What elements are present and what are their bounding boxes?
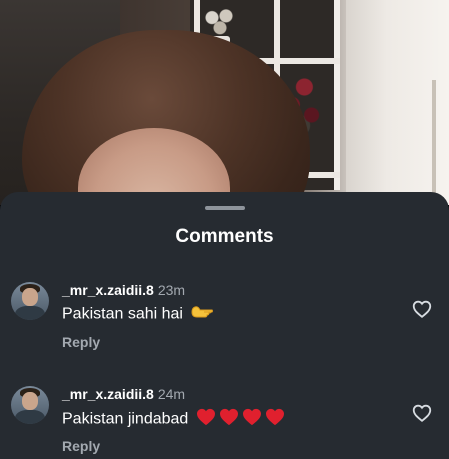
comment-text-line: Pakistan jindabad: [62, 408, 285, 431]
red-heart-icon: [265, 408, 285, 431]
sheet-drag-handle[interactable]: [205, 206, 245, 210]
red-heart-icon: [196, 408, 216, 431]
comment-username-line: _mr_x.zaidii.8 23m: [62, 282, 185, 298]
comment-username[interactable]: _mr_x.zaidii.8: [62, 386, 154, 402]
red-heart-icon: [219, 408, 239, 431]
comment-text-line: Pakistan sahi hai: [62, 304, 214, 325]
comment-item: _mr_x.zaidii.8 24m Pakistan jindabad Repl…: [0, 386, 449, 459]
comment-username[interactable]: _mr_x.zaidii.8: [62, 282, 154, 298]
avatar[interactable]: [11, 282, 49, 320]
comment-username-line: _mr_x.zaidii.8 24m: [62, 386, 185, 402]
reply-button[interactable]: Reply: [62, 438, 100, 454]
comment-time: 23m: [157, 282, 186, 298]
comment-text: Pakistan jindabad: [62, 410, 189, 428]
like-heart-icon[interactable]: [411, 298, 433, 320]
comment-time: 24m: [157, 386, 186, 402]
video-background: [0, 0, 449, 205]
red-heart-icon: [242, 408, 262, 431]
backhand-index-pointing-left-icon: [190, 304, 214, 325]
door-edge: [432, 80, 436, 200]
comment-item: _mr_x.zaidii.8 23m Pakistan sahi hai Repl…: [0, 282, 449, 372]
flower-decoration: [200, 4, 240, 38]
reply-button[interactable]: Reply: [62, 334, 100, 350]
sheet-title: Comments: [175, 226, 274, 247]
comment-text: Pakistan sahi hai: [62, 305, 183, 323]
comments-sheet: Comments _mr_x.zaidii.8 23m Pakistan sahi…: [0, 192, 449, 459]
avatar[interactable]: [11, 386, 49, 424]
like-heart-icon[interactable]: [411, 402, 433, 424]
